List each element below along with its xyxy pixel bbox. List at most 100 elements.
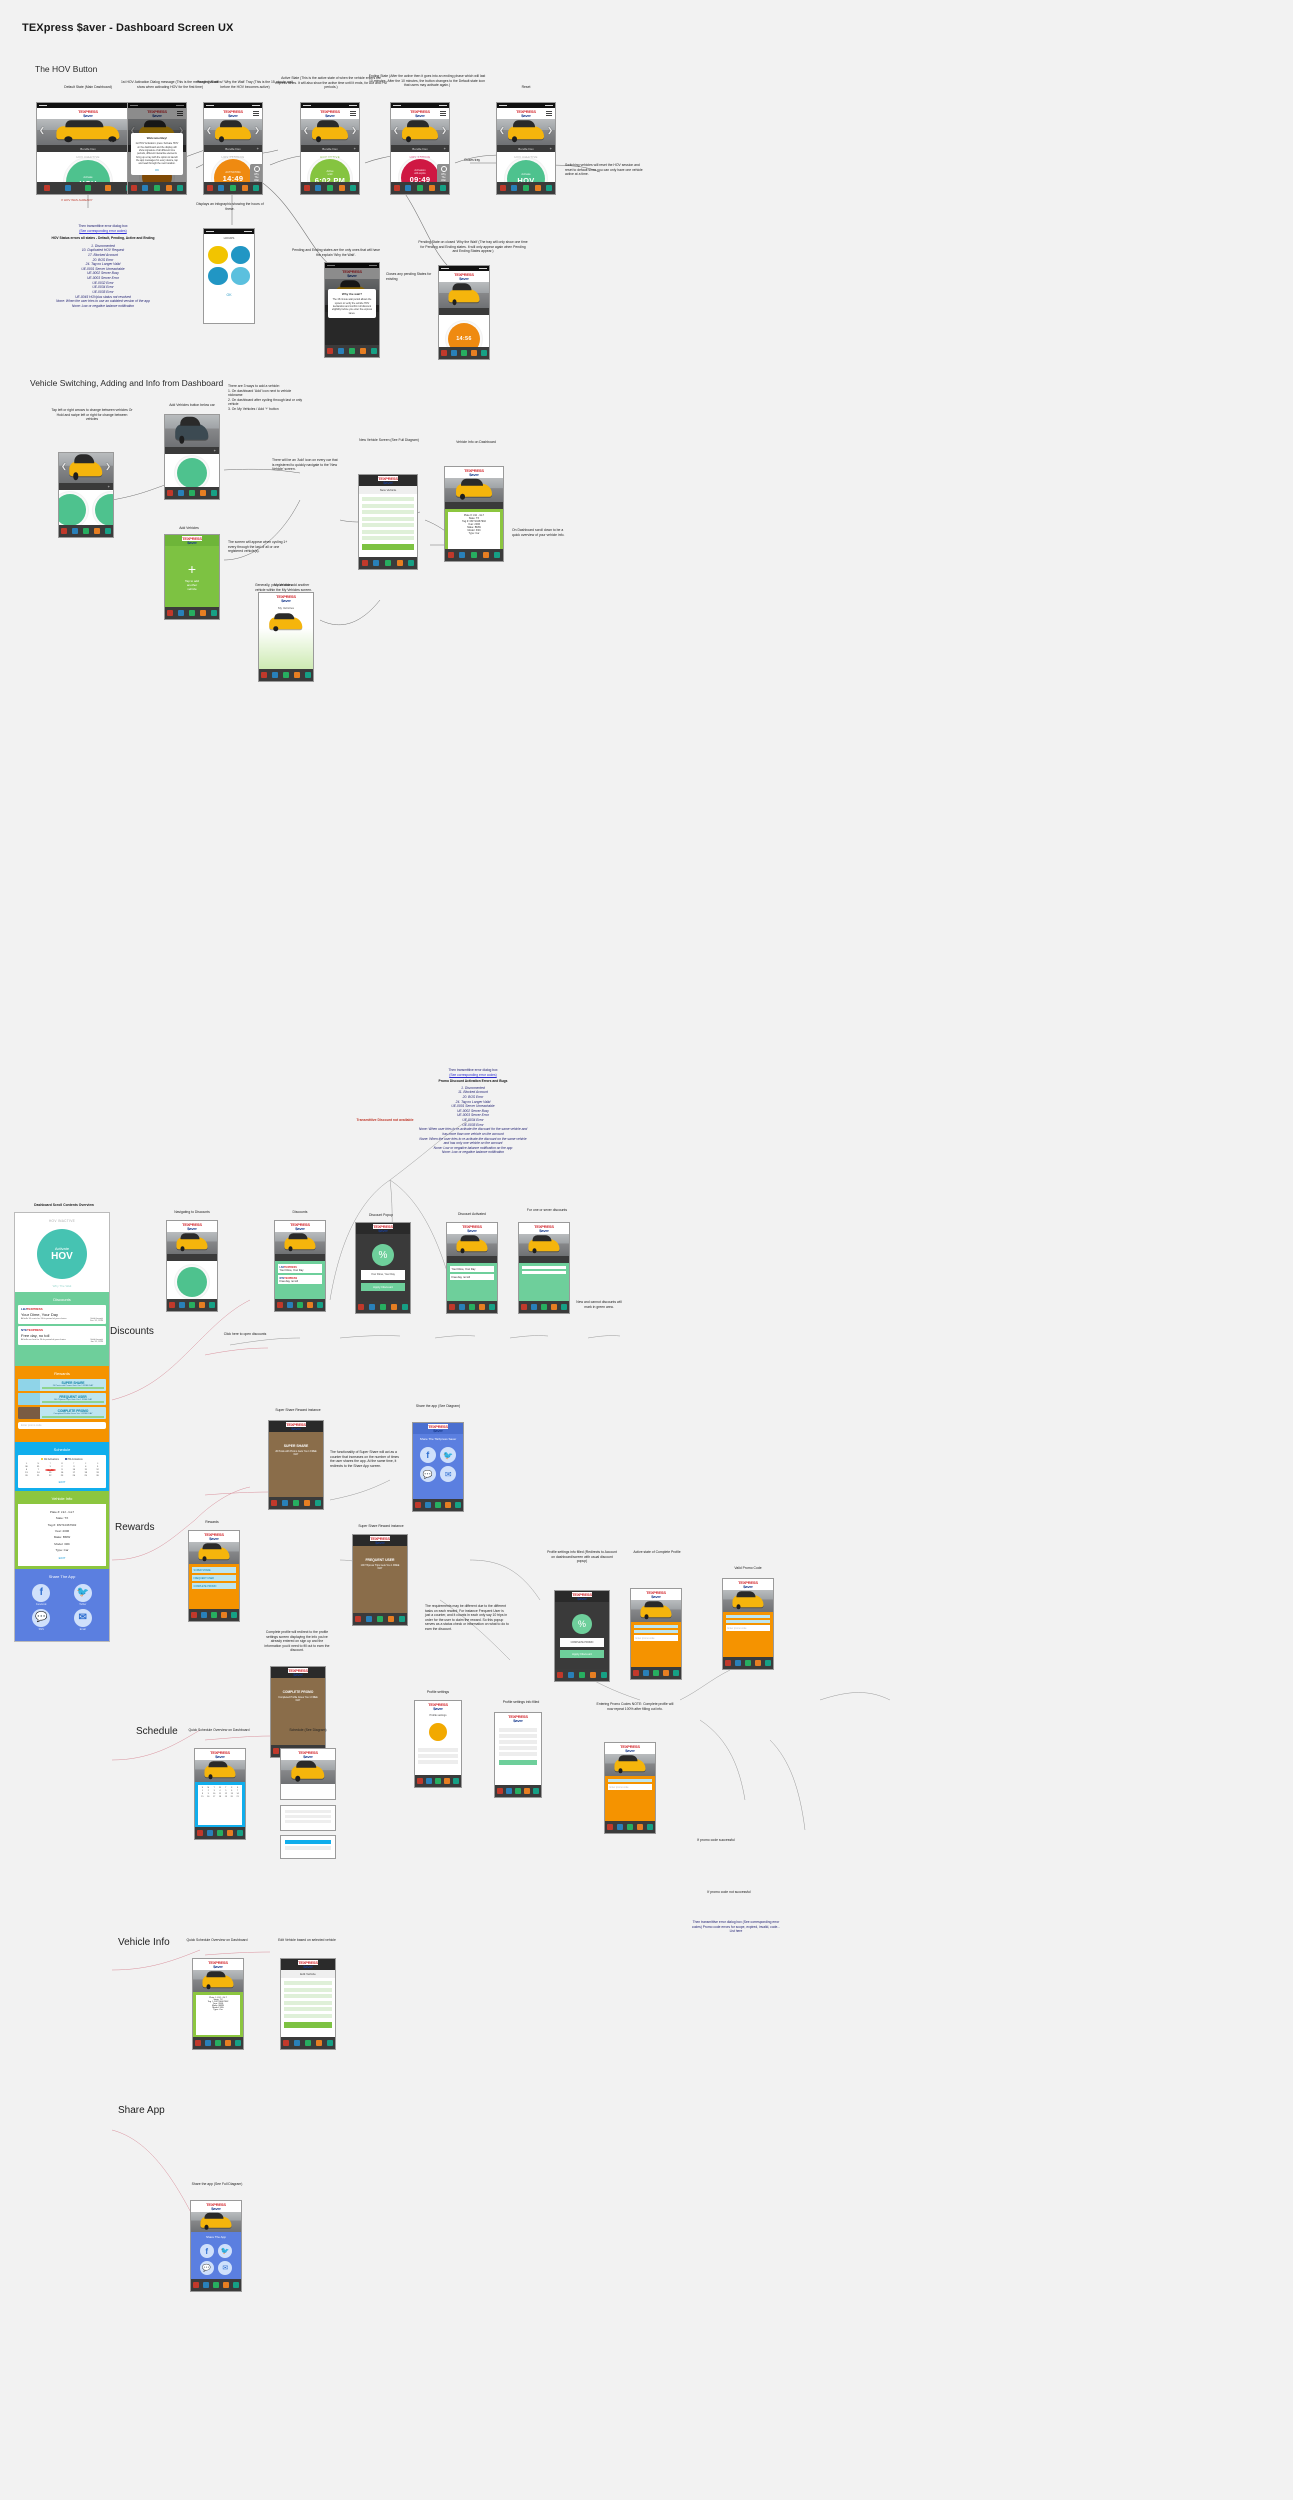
- discount-card[interactable]: [522, 1271, 566, 1274]
- tab-rewards[interactable]: [443, 1499, 453, 1511]
- tab-rewards[interactable]: [221, 2279, 231, 2291]
- tab-rewards[interactable]: [661, 1667, 671, 1679]
- reward-card[interactable]: [726, 1615, 770, 1618]
- calendar-day[interactable]: 26: [92, 1475, 103, 1477]
- tab-account[interactable]: [396, 1613, 407, 1625]
- schedule-list[interactable]: [281, 1806, 335, 1827]
- tab-discounts[interactable]: [325, 345, 336, 357]
- tab-rewards[interactable]: [388, 1301, 399, 1313]
- scroll-schedule-section[interactable]: Schedule AM Activations PM Activations S…: [15, 1441, 109, 1491]
- calendar-day[interactable]: 1: [45, 1466, 56, 1468]
- tab-account[interactable]: [231, 2279, 241, 2291]
- tab-discounts[interactable]: [519, 1301, 529, 1313]
- next-vehicle-icon[interactable]: ❯: [351, 127, 357, 134]
- calendar-day[interactable]: 2: [57, 1466, 68, 1468]
- tab-discounts[interactable]: [413, 1499, 423, 1511]
- tab-discounts[interactable]: [165, 487, 176, 499]
- tab-schedule[interactable]: [205, 1827, 215, 1839]
- error-note-link[interactable]: (See corresponding error codes): [38, 229, 168, 234]
- tab-account[interactable]: [543, 182, 555, 194]
- tab-schedule[interactable]: [367, 1301, 378, 1313]
- tab-dashboard[interactable]: [78, 182, 98, 194]
- tab-dashboard[interactable]: [625, 1821, 635, 1833]
- share-grid[interactable]: f 🐦 💬 ✉: [413, 1444, 463, 1485]
- menu-icon[interactable]: [546, 111, 552, 118]
- phone-rewards[interactable]: TEXPRESS $aver SUPER SHARE FREQUENT USER …: [188, 1530, 240, 1622]
- bottom-tab-bar[interactable]: [353, 1613, 407, 1625]
- facebook-icon[interactable]: f: [199, 2244, 214, 2258]
- promo-code-input[interactable]: Enter promo code: [634, 1635, 678, 1641]
- menu-icon[interactable]: [253, 111, 259, 118]
- tab-rewards[interactable]: [426, 182, 438, 194]
- form-field[interactable]: [284, 2000, 332, 2005]
- scroll-discounts-section[interactable]: Discounts LBJTEXPRESS Your Dime, Your Da…: [15, 1292, 109, 1366]
- tab-rewards[interactable]: [523, 1785, 532, 1797]
- bottom-tab-bar[interactable]: [281, 2037, 335, 2049]
- vehicle-name-bar[interactable]: Bundle Dev +: [301, 145, 359, 152]
- next-vehicle-icon[interactable]: ❯: [105, 463, 111, 470]
- add-vehicle-icon[interactable]: +: [550, 146, 552, 151]
- bottom-tab-bar[interactable]: [165, 487, 219, 499]
- tab-rewards[interactable]: [98, 182, 118, 194]
- form-field[interactable]: [284, 2007, 332, 2011]
- tab-discounts[interactable]: [439, 347, 449, 359]
- reward-card[interactable]: [726, 1620, 770, 1623]
- edit-vehicle-form[interactable]: [281, 1978, 335, 2031]
- tab-schedule[interactable]: [70, 525, 81, 537]
- hov-activate-button[interactable]: Activate HOV: [37, 1229, 87, 1279]
- bottom-tab-bar[interactable]: [631, 1667, 681, 1679]
- form-field[interactable]: [284, 1981, 332, 1985]
- form-field[interactable]: [362, 523, 414, 527]
- calendar-day[interactable]: 5: [92, 1466, 103, 1468]
- phone-first-activation-dialog[interactable]: TEXPRESS$aver ❮ ❯ + Welcome/Hey! 1st HOV…: [127, 102, 187, 195]
- schedule-panel[interactable]: SMTWTFS 1234567 8 9 10 11 12 13 14 15 16 17 18 19 2…: [195, 1782, 245, 1828]
- reward-card[interactable]: [608, 1779, 652, 1782]
- tab-dashboard[interactable]: [227, 182, 239, 194]
- form-field[interactable]: [362, 497, 414, 501]
- tab-rewards[interactable]: [469, 347, 479, 359]
- tab-dashboard[interactable]: [651, 1667, 661, 1679]
- apply-discount-button[interactable]: Apply Discount: [361, 1282, 405, 1291]
- next-vehicle-icon[interactable]: ❯: [547, 127, 553, 134]
- calendar-day[interactable]: 18: [80, 1472, 91, 1474]
- tab-account[interactable]: [229, 1609, 239, 1621]
- tab-account[interactable]: [102, 525, 113, 537]
- phone-super-share-reward[interactable]: TEXPRESS $aver SUPER SHARE 20 Posts with …: [268, 1420, 324, 1510]
- tab-schedule[interactable]: [201, 2279, 211, 2291]
- tab-account[interactable]: [532, 1785, 541, 1797]
- form-field[interactable]: [362, 510, 414, 514]
- rewards-panel[interactable]: Enter promo code: [723, 1612, 773, 1658]
- tab-schedule[interactable]: [177, 1299, 187, 1311]
- tab-discounts[interactable]: [195, 1827, 205, 1839]
- discount-card[interactable]: NTETEXPRESS Free day, no toll: [278, 1275, 322, 1284]
- add-vehicle-icon[interactable]: +: [214, 448, 216, 453]
- calendar-day[interactable]: 21: [33, 1475, 44, 1477]
- sms-icon[interactable]: 💬: [419, 1466, 436, 1482]
- tab-account[interactable]: [598, 1669, 609, 1681]
- discount-popup-card[interactable]: % Your Dime, Your Day Apply Discount: [356, 1234, 410, 1296]
- calendar-day[interactable]: 24: [68, 1475, 79, 1477]
- prev-vehicle-icon[interactable]: ❮: [303, 127, 309, 134]
- tab-rewards[interactable]: [197, 487, 208, 499]
- tab-discounts[interactable]: [495, 1785, 504, 1797]
- sms-icon[interactable]: 💬: [32, 1609, 51, 1628]
- phone-share-app[interactable]: TEXPRESS $aver Share The App f 🐦 💬 ✉: [190, 2200, 242, 2292]
- reward-card[interactable]: [634, 1625, 678, 1628]
- tab-dashboard[interactable]: [209, 1609, 219, 1621]
- tab-schedule[interactable]: [336, 345, 347, 357]
- tab-discounts[interactable]: [391, 182, 403, 194]
- form-field[interactable]: [362, 529, 414, 534]
- phone-schedule-top[interactable]: TEXPRESS $aver: [280, 1748, 336, 1800]
- phone-share-texpress[interactable]: TEXPRESS $aver Share The TEXpress Saver f…: [412, 1422, 464, 1512]
- tab-dashboard[interactable]: [347, 345, 358, 357]
- calendar-day[interactable]: 10: [68, 1469, 79, 1471]
- reward-card[interactable]: COMPLETE PROMO Completed Profile Gives Y…: [18, 1407, 106, 1420]
- discount-card[interactable]: LBJTEXPRESS Your Dime, Your Day All toll…: [18, 1305, 106, 1324]
- tab-rewards[interactable]: [239, 182, 251, 194]
- form-field[interactable]: [362, 516, 414, 521]
- prev-vehicle-icon[interactable]: ❮: [61, 463, 67, 470]
- vehicle-name-bar[interactable]: +: [165, 447, 219, 454]
- bottom-tab-bar[interactable]: [555, 1669, 609, 1681]
- phone-discounts[interactable]: TEXPRESS $aver LBJTEXPRESS Your Dime, You…: [274, 1220, 326, 1312]
- complete-profile-card[interactable]: COMPLETE PROMO Completed Profile Gives Y…: [271, 1678, 325, 1707]
